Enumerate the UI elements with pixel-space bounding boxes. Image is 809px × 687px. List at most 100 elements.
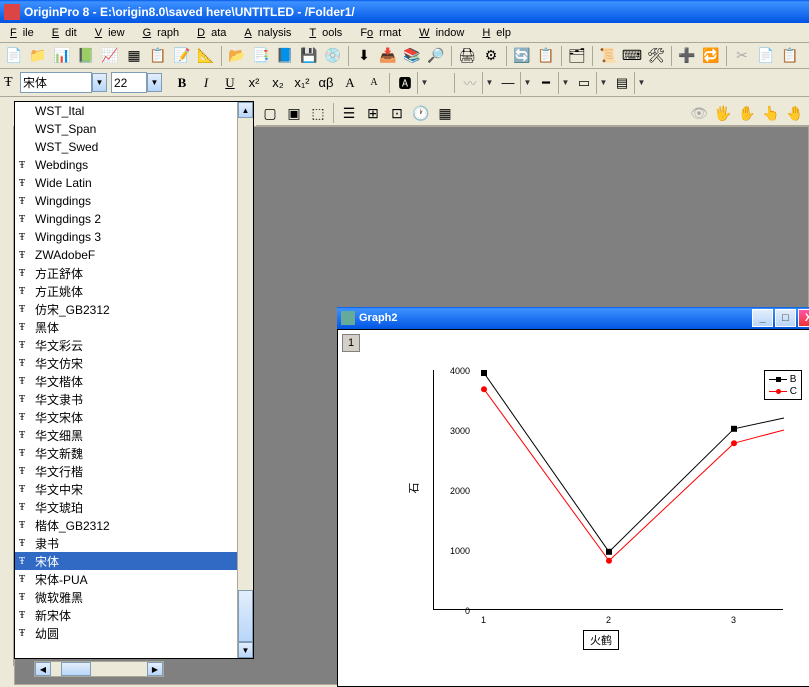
- new-workbook-button[interactable]: 📊: [51, 45, 73, 67]
- font-item[interactable]: Ŧ华文琥珀: [15, 498, 253, 516]
- mask-tool-5[interactable]: 🤚: [784, 102, 806, 124]
- line-width-button[interactable]: ━: [535, 72, 557, 94]
- layer-tool-2[interactable]: ▣: [283, 102, 305, 124]
- x-axis-label[interactable]: 火鹤: [583, 630, 619, 650]
- subscript-button[interactable]: x₂: [267, 72, 289, 94]
- new-graph-button[interactable]: 📈: [99, 45, 121, 67]
- new-project-button[interactable]: 📄: [3, 45, 25, 67]
- save-button[interactable]: 💾: [298, 45, 320, 67]
- italic-button[interactable]: I: [195, 72, 217, 94]
- menu-file[interactable]: File: [4, 25, 46, 41]
- font-item[interactable]: ŦWingdings: [15, 192, 253, 210]
- font-item[interactable]: Ŧ华文细黑: [15, 426, 253, 444]
- time-button[interactable]: 🕐: [410, 102, 432, 124]
- font-item[interactable]: Ŧ华文宋体: [15, 408, 253, 426]
- decrease-font-button[interactable]: A: [363, 72, 385, 94]
- menu-edit[interactable]: Edit: [46, 25, 89, 41]
- font-item[interactable]: Ŧ华文新魏: [15, 444, 253, 462]
- batch-button[interactable]: ⚙: [480, 45, 502, 67]
- hscroll-thumb[interactable]: [61, 662, 91, 676]
- font-item[interactable]: Ŧ隶书: [15, 534, 253, 552]
- open-template-button[interactable]: 📑: [250, 45, 272, 67]
- cut-button[interactable]: ✂: [731, 45, 753, 67]
- font-dropdown-list[interactable]: WST_ItalWST_SpanWST_SwedŦWebdingsŦWide L…: [14, 101, 254, 659]
- line-style-dropdown[interactable]: ▼: [482, 72, 496, 94]
- plot-area[interactable]: [433, 370, 783, 610]
- superscript-button[interactable]: x²: [243, 72, 265, 94]
- axis-button[interactable]: ⊞: [362, 102, 384, 124]
- open-excel-button[interactable]: 📘: [274, 45, 296, 67]
- font-item[interactable]: ŦWingdings 2: [15, 210, 253, 228]
- import-wizard-button[interactable]: ⬇: [353, 45, 375, 67]
- font-item[interactable]: WST_Ital: [15, 102, 253, 120]
- xy-button[interactable]: ⊡: [386, 102, 408, 124]
- supersubscript-button[interactable]: x₁²: [291, 72, 313, 94]
- font-item[interactable]: ŦZWAdobeF: [15, 246, 253, 264]
- font-item[interactable]: Ŧ幼圆: [15, 624, 253, 642]
- results-log-button[interactable]: 📜: [597, 45, 619, 67]
- new-matrix-button[interactable]: ▦: [123, 45, 145, 67]
- hscroll-track[interactable]: [51, 662, 147, 676]
- font-item[interactable]: ŦWebdings: [15, 156, 253, 174]
- scroll-thumb[interactable]: [238, 590, 253, 642]
- line-solid-button[interactable]: —: [497, 72, 519, 94]
- copy-button[interactable]: 📄: [755, 45, 777, 67]
- table-button[interactable]: ▦: [434, 102, 456, 124]
- command-window-button[interactable]: ⌨: [621, 45, 643, 67]
- graph-body[interactable]: 1 4000 3000 2000 1000 0 1 2 3 石 火鹤 B C: [337, 329, 809, 687]
- menu-analysis[interactable]: Analysis: [238, 25, 303, 41]
- project-explorer-button[interactable]: 🗂: [566, 45, 588, 67]
- font-item[interactable]: Ŧ楷体_GB2312: [15, 516, 253, 534]
- font-item[interactable]: Ŧ方正姚体: [15, 282, 253, 300]
- font-color-dropdown[interactable]: ▼: [417, 72, 431, 94]
- fill-color-button[interactable]: ▭: [573, 72, 595, 94]
- graph-titlebar[interactable]: Graph2 _ □ X: [337, 307, 809, 329]
- line-solid-dropdown[interactable]: ▼: [520, 72, 534, 94]
- close-button[interactable]: X: [798, 309, 809, 327]
- font-item[interactable]: Ŧ华文中宋: [15, 480, 253, 498]
- refresh-button[interactable]: 🔄: [511, 45, 533, 67]
- font-color-button[interactable]: 🅰: [394, 72, 416, 94]
- paste-button[interactable]: 📋: [779, 45, 801, 67]
- pattern-button[interactable]: ▤: [611, 72, 633, 94]
- font-item[interactable]: Ŧ华文隶书: [15, 390, 253, 408]
- new-folder-button[interactable]: 📁: [27, 45, 49, 67]
- fill-color-dropdown[interactable]: ▼: [596, 72, 610, 94]
- layer-badge[interactable]: 1: [342, 334, 360, 352]
- maximize-button[interactable]: □: [775, 309, 796, 327]
- font-item[interactable]: Ŧ宋体-PUA: [15, 570, 253, 588]
- bold-button[interactable]: B: [171, 72, 193, 94]
- recalculate-button[interactable]: 🔁: [700, 45, 722, 67]
- add-column-button[interactable]: ➕: [676, 45, 698, 67]
- y-axis-label[interactable]: 石: [406, 483, 422, 494]
- increase-font-button[interactable]: A: [339, 72, 361, 94]
- import-ascii-button[interactable]: 📥: [377, 45, 399, 67]
- font-item[interactable]: Ŧ仿宋_GB2312: [15, 300, 253, 318]
- menu-view[interactable]: View: [89, 25, 137, 41]
- legend-button[interactable]: ☰: [338, 102, 360, 124]
- scroll-up-arrow[interactable]: ▲: [238, 102, 253, 118]
- font-item[interactable]: Ŧ华文彩云: [15, 336, 253, 354]
- font-item[interactable]: Ŧ华文行楷: [15, 462, 253, 480]
- layer-tool-1[interactable]: ▢: [259, 102, 281, 124]
- new-excel-button[interactable]: 📗: [75, 45, 97, 67]
- scroll-down-arrow[interactable]: ▼: [238, 642, 253, 658]
- menu-window[interactable]: Window: [413, 25, 476, 41]
- mask-tool-4[interactable]: 👆: [760, 102, 782, 124]
- import-multi-button[interactable]: 📚: [401, 45, 423, 67]
- font-item[interactable]: Ŧ黑体: [15, 318, 253, 336]
- font-item[interactable]: Ŧ方正舒体: [15, 264, 253, 282]
- pattern-dropdown[interactable]: ▼: [634, 72, 648, 94]
- menu-data[interactable]: Data: [191, 25, 238, 41]
- font-item[interactable]: WST_Swed: [15, 138, 253, 156]
- greek-button[interactable]: αβ: [315, 72, 337, 94]
- font-item[interactable]: Ŧ新宋体: [15, 606, 253, 624]
- new-notes-button[interactable]: 📝: [171, 45, 193, 67]
- font-size-combo[interactable]: [111, 72, 147, 93]
- menu-graph[interactable]: Graph: [137, 25, 192, 41]
- font-size-dropdown-arrow[interactable]: ▼: [147, 73, 162, 92]
- font-item[interactable]: ŦWingdings 3: [15, 228, 253, 246]
- line-style-button[interactable]: 〰: [459, 72, 481, 94]
- duplicate-button[interactable]: 📋: [535, 45, 557, 67]
- font-item[interactable]: Ŧ微软雅黑: [15, 588, 253, 606]
